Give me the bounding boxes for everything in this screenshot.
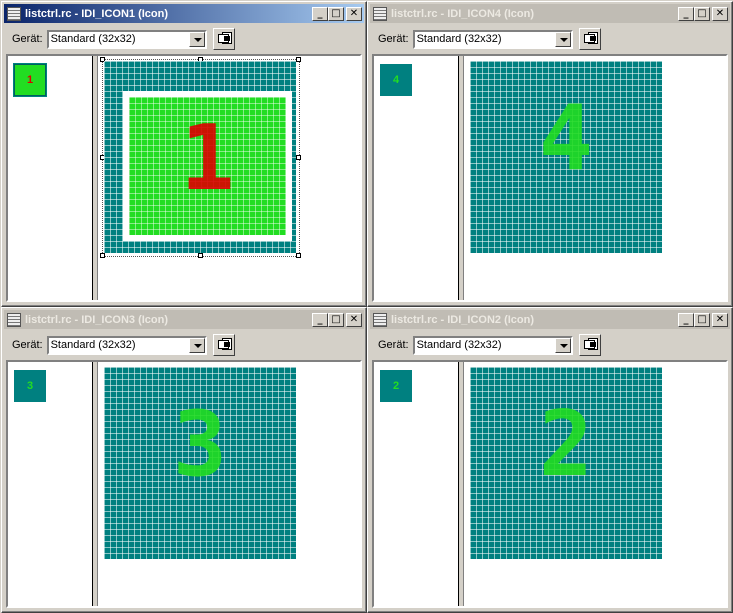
preview-pane: 4 bbox=[374, 56, 459, 300]
resize-handle[interactable] bbox=[198, 253, 203, 258]
device-label: Gerät: bbox=[12, 33, 43, 45]
chevron-down-icon[interactable] bbox=[188, 31, 205, 47]
pixel-grid[interactable]: 1 bbox=[104, 61, 296, 253]
icon-preview[interactable]: 2 bbox=[380, 370, 412, 402]
window-title: listctrl.rc - IDI_ICON4 (Icon) bbox=[391, 7, 535, 20]
editor-window-icon3[interactable]: listctrl.rc - IDI_ICON3 (Icon) _ □ ✕ Ger… bbox=[1, 307, 367, 613]
device-select[interactable]: Standard (32x32) bbox=[412, 335, 573, 355]
maximize-button[interactable]: □ bbox=[328, 312, 344, 327]
new-device-image-button[interactable] bbox=[212, 334, 235, 356]
device-select[interactable]: Standard (32x32) bbox=[46, 29, 207, 49]
device-select-value: Standard (32x32) bbox=[416, 339, 502, 351]
new-device-image-button[interactable] bbox=[212, 28, 235, 50]
chevron-down-icon[interactable] bbox=[554, 31, 571, 47]
minimize-button[interactable]: _ bbox=[312, 312, 328, 327]
resize-handle[interactable] bbox=[296, 253, 301, 258]
editor-window-icon2[interactable]: listctrl.rc - IDI_ICON2 (Icon) _ □ ✕ Ger… bbox=[367, 307, 733, 613]
window-title: listctrl.rc - IDI_ICON1 (Icon) bbox=[25, 7, 169, 20]
pixel-editor-pane[interactable]: 1 bbox=[98, 56, 360, 300]
resource-file-icon bbox=[7, 6, 21, 21]
icon-digit: 2 bbox=[538, 392, 594, 497]
close-button[interactable]: ✕ bbox=[346, 312, 362, 327]
pixel-grid[interactable]: 3 bbox=[104, 367, 296, 559]
new-device-image-button[interactable] bbox=[578, 28, 601, 50]
selected-region[interactable]: 1 bbox=[129, 97, 286, 235]
minimize-button[interactable]: _ bbox=[312, 6, 328, 21]
pixel-editor-pane[interactable]: 2 bbox=[464, 362, 726, 606]
device-label: Gerät: bbox=[378, 339, 409, 351]
editor-window-icon1[interactable]: listctrl.rc - IDI_ICON1 (Icon) _ □ ✕ Ger… bbox=[1, 1, 367, 307]
icon-digit: 1 bbox=[180, 106, 235, 211]
minimize-button[interactable]: _ bbox=[678, 312, 694, 327]
icon-preview[interactable]: 1 bbox=[13, 63, 47, 97]
editor-area: 3 3 bbox=[6, 360, 362, 608]
selected-region-border: 1 bbox=[123, 91, 292, 241]
resource-file-icon bbox=[373, 6, 387, 21]
title-bar[interactable]: listctrl.rc - IDI_ICON2 (Icon) _ □ ✕ bbox=[370, 310, 730, 329]
pixel-editor-pane[interactable]: 4 bbox=[464, 56, 726, 300]
chevron-down-icon[interactable] bbox=[554, 337, 571, 353]
preview-pane: 2 bbox=[374, 362, 459, 606]
resize-handle[interactable] bbox=[296, 57, 301, 62]
icon-digit: 3 bbox=[172, 392, 228, 497]
editor-window-icon4[interactable]: listctrl.rc - IDI_ICON4 (Icon) _ □ ✕ Ger… bbox=[367, 1, 733, 307]
maximize-button[interactable]: □ bbox=[328, 6, 344, 21]
chevron-down-icon[interactable] bbox=[188, 337, 205, 353]
resource-file-icon bbox=[373, 312, 387, 327]
device-toolbar: Gerät: Standard (32x32) bbox=[370, 24, 730, 54]
minimize-button[interactable]: _ bbox=[678, 6, 694, 21]
icon-digit: 4 bbox=[538, 86, 594, 191]
device-label: Gerät: bbox=[12, 339, 43, 351]
editor-area: 2 2 bbox=[372, 360, 728, 608]
device-select[interactable]: Standard (32x32) bbox=[46, 335, 207, 355]
title-bar[interactable]: listctrl.rc - IDI_ICON1 (Icon) _ □ ✕ bbox=[4, 4, 364, 23]
device-select-value: Standard (32x32) bbox=[50, 339, 136, 351]
preview-pane: 3 bbox=[8, 362, 93, 606]
close-button[interactable]: ✕ bbox=[712, 312, 728, 327]
maximize-button[interactable]: □ bbox=[694, 312, 710, 327]
device-toolbar: Gerät: Standard (32x32) bbox=[4, 330, 364, 360]
icon-preview[interactable]: 3 bbox=[14, 370, 46, 402]
device-toolbar: Gerät: Standard (32x32) bbox=[4, 24, 364, 54]
editor-area: 4 4 bbox=[372, 54, 728, 302]
preview-pane: 1 bbox=[8, 56, 93, 300]
new-device-image-button[interactable] bbox=[578, 334, 601, 356]
resource-file-icon bbox=[7, 312, 21, 327]
window-title: listctrl.rc - IDI_ICON2 (Icon) bbox=[391, 313, 535, 326]
resize-handle[interactable] bbox=[100, 253, 105, 258]
device-toolbar: Gerät: Standard (32x32) bbox=[370, 330, 730, 360]
title-bar[interactable]: listctrl.rc - IDI_ICON4 (Icon) _ □ ✕ bbox=[370, 4, 730, 23]
title-bar[interactable]: listctrl.rc - IDI_ICON3 (Icon) _ □ ✕ bbox=[4, 310, 364, 329]
close-button[interactable]: ✕ bbox=[346, 6, 362, 21]
resize-handle[interactable] bbox=[296, 155, 301, 160]
pixel-grid[interactable]: 2 bbox=[470, 367, 662, 559]
window-title: listctrl.rc - IDI_ICON3 (Icon) bbox=[25, 313, 169, 326]
pixel-editor-pane[interactable]: 3 bbox=[98, 362, 360, 606]
close-button[interactable]: ✕ bbox=[712, 6, 728, 21]
icon-preview[interactable]: 4 bbox=[380, 64, 412, 96]
device-select-value: Standard (32x32) bbox=[50, 33, 136, 45]
device-select-value: Standard (32x32) bbox=[416, 33, 502, 45]
pixel-grid[interactable]: 4 bbox=[470, 61, 662, 253]
editor-area: 1 1 bbox=[6, 54, 362, 302]
maximize-button[interactable]: □ bbox=[694, 6, 710, 21]
device-select[interactable]: Standard (32x32) bbox=[412, 29, 573, 49]
device-label: Gerät: bbox=[378, 33, 409, 45]
